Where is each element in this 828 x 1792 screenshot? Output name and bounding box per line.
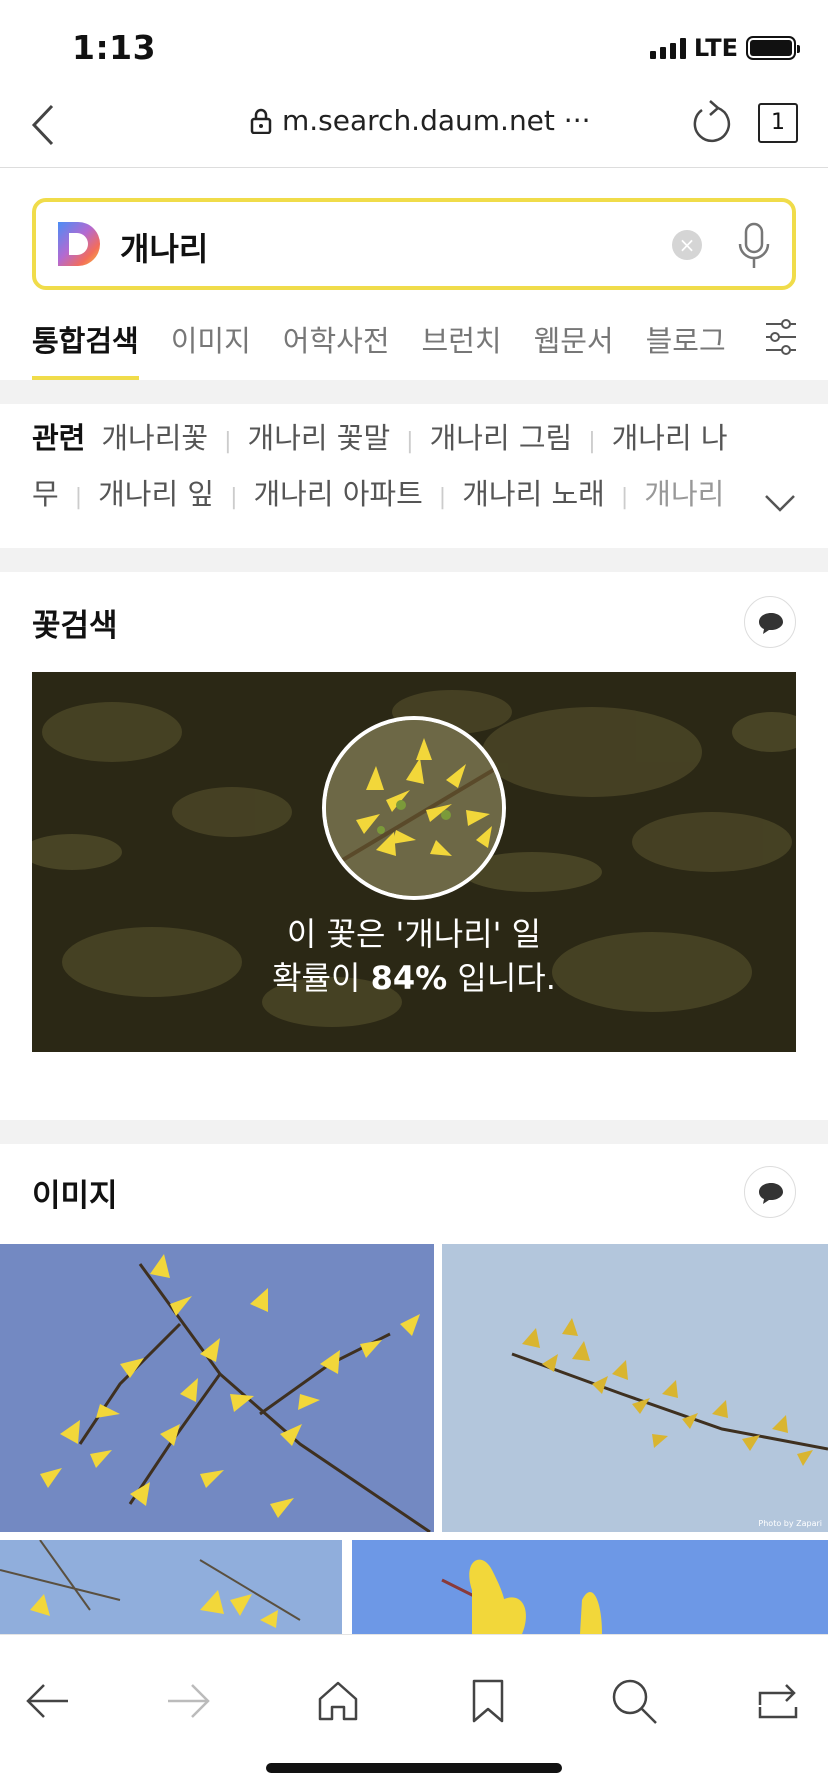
images-section-title: 이미지 <box>32 1178 118 1214</box>
filter-settings-icon[interactable] <box>764 318 798 356</box>
signal-icon <box>649 37 686 59</box>
speech-bubble-icon <box>759 613 783 634</box>
feedback-button[interactable] <box>744 1166 796 1218</box>
tab-all[interactable]: 통합검색 <box>32 318 139 380</box>
flower-recognition-card[interactable]: 이 꽃은 '개나리' 일 확률이 84% 입니다. <box>32 672 796 1052</box>
image-result[interactable] <box>352 1540 828 1634</box>
url-text: m.search.daum.net ··· <box>282 104 591 137</box>
forward-arrow-icon[interactable] <box>164 1677 212 1725</box>
search-tabs: 통합검색 이미지 어학사전 브런치 웹문서 블로그 <box>32 318 732 380</box>
search-icon[interactable] <box>610 1677 658 1725</box>
related-link[interactable]: 개나리 노래 <box>462 477 605 511</box>
search-box[interactable]: 개나리 × <box>32 198 796 290</box>
bookmark-icon[interactable] <box>464 1677 512 1725</box>
related-searches: 관련 개나리꽃 | 개나리 꽃말 | 개나리 그림 | 개나리 나무 | 개나리 잎 | 개나리 아파… <box>32 421 728 511</box>
home-indicator <box>266 1763 562 1773</box>
related-link[interactable]: 개나리 잎 <box>98 477 214 511</box>
image-result[interactable]: Photo by Zapari <box>442 1244 828 1532</box>
network-label: LTE <box>693 34 738 62</box>
speech-bubble-icon <box>759 1183 783 1204</box>
image-result[interactable] <box>0 1244 434 1532</box>
flower-search-title: 꽃검색 <box>32 608 118 644</box>
home-icon[interactable] <box>314 1677 362 1725</box>
status-time: 1:13 <box>72 28 157 67</box>
related-link[interactable]: 개나리 아파트 <box>253 477 422 511</box>
related-label: 관련 <box>32 421 86 455</box>
browser-back-icon[interactable] <box>24 100 64 150</box>
photo-credit: Photo by Zapari <box>758 1519 822 1528</box>
clear-search-icon[interactable]: × <box>672 230 702 260</box>
tab-dictionary[interactable]: 어학사전 <box>283 318 390 380</box>
tab-blog[interactable]: 블로그 <box>646 318 726 380</box>
flower-result-line1: 이 꽃은 '개나리' 일 <box>286 915 542 953</box>
related-link[interactable]: 개나리 그림 <box>430 421 573 455</box>
browser-toolbar <box>0 1634 828 1792</box>
battery-icon <box>746 36 800 60</box>
divider <box>0 1120 828 1144</box>
search-input[interactable]: 개나리 <box>120 224 208 270</box>
share-icon[interactable] <box>756 1677 804 1725</box>
tab-images[interactable]: 이미지 <box>171 318 251 380</box>
image-result[interactable] <box>0 1540 342 1634</box>
probability-value: 84% <box>370 959 448 997</box>
browser-bar: m.search.daum.net ··· 1 <box>0 90 828 168</box>
tab-brunch[interactable]: 브런치 <box>422 318 502 380</box>
tab-count-button[interactable]: 1 <box>758 103 798 143</box>
back-arrow-icon[interactable] <box>24 1677 72 1725</box>
related-link[interactable]: 개나리 꽃말 <box>248 421 391 455</box>
lock-icon <box>250 108 272 134</box>
related-link[interactable]: 개나리 <box>644 477 724 511</box>
tab-web[interactable]: 웹문서 <box>534 318 614 380</box>
daum-logo-icon <box>58 222 100 266</box>
flower-thumbnail <box>322 716 506 900</box>
related-link[interactable]: 개나리꽃 <box>101 421 208 455</box>
chevron-down-icon[interactable] <box>762 490 798 514</box>
divider <box>0 380 828 404</box>
address-bar[interactable]: m.search.daum.net ··· <box>250 104 591 137</box>
status-bar: 1:13 LTE <box>0 0 828 90</box>
reload-icon[interactable] <box>688 98 732 148</box>
divider <box>0 548 828 572</box>
microphone-icon[interactable] <box>736 222 772 270</box>
flower-result-text: 이 꽃은 '개나리' 일 확률이 84% 입니다. <box>32 912 796 1000</box>
feedback-button[interactable] <box>744 596 796 648</box>
